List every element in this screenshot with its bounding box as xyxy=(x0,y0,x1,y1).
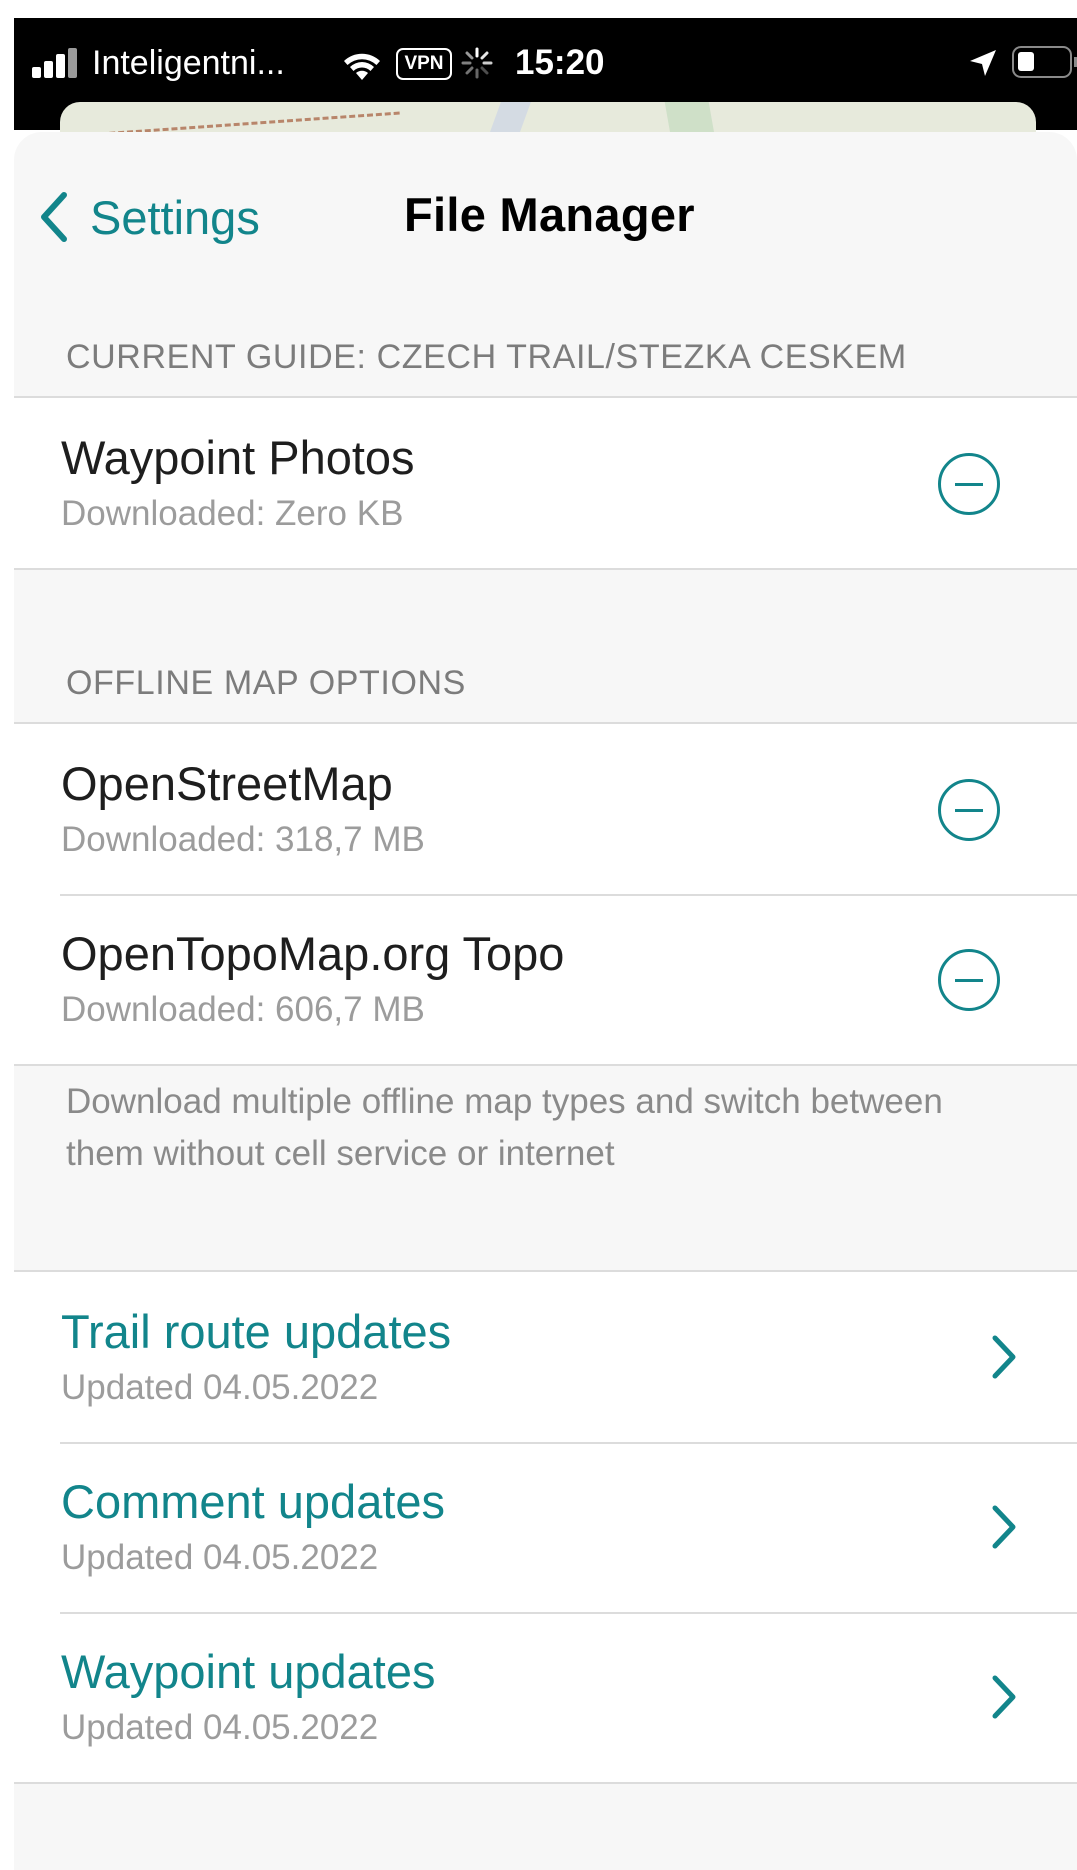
chevron-right-icon xyxy=(992,1505,1016,1549)
list-item-opentopomap: OpenTopoMap.org Topo Downloaded: 606,7 M… xyxy=(14,894,1077,1064)
item-title: OpenTopoMap.org Topo xyxy=(61,927,565,980)
item-subtitle: Downloaded: Zero KB xyxy=(61,494,404,533)
vpn-badge: VPN xyxy=(396,48,452,80)
list-item-waypoint-updates[interactable]: Waypoint updates Updated 04.05.2022 xyxy=(14,1612,1077,1782)
item-subtitle: Downloaded: 606,7 MB xyxy=(61,990,425,1029)
list-item-waypoint-photos: Waypoint Photos Downloaded: Zero KB xyxy=(14,398,1077,568)
offline-maps-group: OpenStreetMap Downloaded: 318,7 MB OpenT… xyxy=(14,722,1077,1066)
delete-waypoint-photos-button[interactable] xyxy=(938,453,1000,515)
section-header-offline-maps: OFFLINE MAP OPTIONS xyxy=(66,664,466,702)
screen: Inteligentni... VPN 15:20 Settings File … xyxy=(0,0,1077,1870)
battery-icon xyxy=(1012,46,1077,78)
page-title: File Manager xyxy=(404,188,695,241)
item-subtitle: Updated 04.05.2022 xyxy=(61,1368,379,1407)
location-arrow-icon xyxy=(970,50,996,76)
item-title: Comment updates xyxy=(61,1475,446,1528)
updates-group: Trail route updates Updated 04.05.2022 C… xyxy=(14,1270,1077,1784)
item-subtitle: Updated 04.05.2022 xyxy=(61,1708,379,1747)
navigation-bar: Settings File Manager xyxy=(14,132,1077,292)
list-item-trail-route-updates[interactable]: Trail route updates Updated 04.05.2022 xyxy=(14,1272,1077,1442)
status-time: 15:20 xyxy=(515,43,605,82)
chevron-left-icon xyxy=(41,192,67,242)
list-item-comment-updates[interactable]: Comment updates Updated 04.05.2022 xyxy=(14,1442,1077,1612)
section-header-current-guide: CURRENT GUIDE: CZECH TRAIL/STEZKA CESKEM xyxy=(66,338,907,376)
delete-openstreetmap-button[interactable] xyxy=(938,779,1000,841)
item-title: Trail route updates xyxy=(61,1305,452,1358)
back-button-label: Settings xyxy=(90,190,260,244)
carrier-name: Inteligentni... xyxy=(92,44,285,82)
list-item-openstreetmap: OpenStreetMap Downloaded: 318,7 MB xyxy=(14,724,1077,894)
item-title: OpenStreetMap xyxy=(61,757,393,810)
chevron-right-icon xyxy=(992,1675,1016,1719)
item-title: Waypoint Photos xyxy=(61,431,415,484)
wifi-icon xyxy=(344,53,380,80)
current-guide-group: Waypoint Photos Downloaded: Zero KB xyxy=(14,396,1077,570)
item-title: Waypoint updates xyxy=(61,1645,436,1698)
back-button[interactable]: Settings xyxy=(36,182,260,252)
offline-maps-footer: Download multiple offline map types and … xyxy=(66,1082,943,1173)
activity-spinner-icon xyxy=(461,47,493,79)
delete-opentopomap-button[interactable] xyxy=(938,949,1000,1011)
chevron-right-icon xyxy=(992,1335,1016,1379)
item-subtitle: Downloaded: 318,7 MB xyxy=(61,820,425,859)
item-subtitle: Updated 04.05.2022 xyxy=(61,1538,379,1577)
file-manager-sheet: Settings File Manager CURRENT GUIDE: CZE… xyxy=(14,132,1077,1870)
cellular-signal-icon xyxy=(32,48,80,78)
